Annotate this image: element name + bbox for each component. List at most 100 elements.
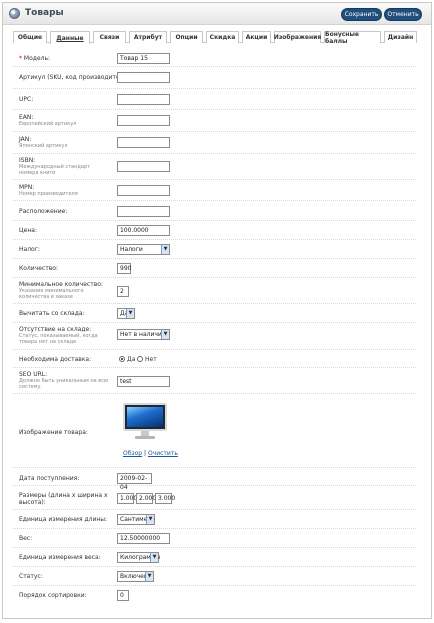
jan-input[interactable] [117,137,170,148]
height-input[interactable]: 3.000 [155,493,175,504]
product-data-form: * Модель: Товар 15 Артикул (SKU, код про… [13,49,416,609]
subtract-select[interactable]: Да ▼ [117,308,135,319]
quantity-input[interactable]: 990 [117,263,131,274]
isbn-hint: Международный стандарт номера книги [19,164,90,176]
date-available-row: Дата поступления: 2009-02-04 [13,468,416,491]
shipping-yes-label: Да [127,356,136,363]
jan-row: JAN: Японский артикул [13,132,416,154]
date-available-label: Дата поступления: [19,475,80,482]
shipping-row: Необходима доставка: Да Нет [13,350,416,368]
subtract-label: Вычитать со склада: [19,310,85,317]
chevron-down-icon: ▼ [126,309,134,318]
clear-link[interactable]: Очистить [148,450,178,457]
tab-attribute[interactable]: Атрибут [129,31,167,43]
product-edit-panel: Товары Сохранить Отменить Общие Данные С… [2,2,432,619]
isbn-row: ISBN: Международный стандарт номера книги [13,154,416,180]
location-input[interactable] [117,206,170,217]
seo-hint: Должно быть уникальным на всю систему. [19,378,109,390]
length-input[interactable]: 1.000 [117,493,137,504]
isbn-label-text: ISBN: [19,157,36,164]
dimensions-label: Размеры (длина x ширина x высота): [19,492,108,506]
chevron-down-icon: ▼ [161,245,169,254]
image-row: Изображение товара: Обзор | Очистить [13,394,416,468]
cancel-button[interactable]: Отменить [384,8,422,21]
tab-images[interactable]: Изображения [274,31,321,43]
sort-order-label: Порядок сортировки: [19,592,87,599]
subtract-row: Вычитать со склада: Да ▼ [13,304,416,323]
browse-link[interactable]: Обзор [123,450,142,457]
weight-class-row: Единица измерения веса: Килограммы ▼ [13,548,416,567]
tab-links[interactable]: Связи [93,31,126,43]
upc-input[interactable] [117,94,170,105]
tab-special[interactable]: Акции [242,31,271,43]
width-input[interactable]: 2.000 [136,493,156,504]
tab-discount[interactable]: Скидка [206,31,239,43]
save-button[interactable]: Сохранить [341,8,382,21]
stock-status-select[interactable]: Нет в наличии ▼ [117,329,170,340]
tab-general[interactable]: Общие [13,31,47,43]
image-label: Изображение товара: [19,429,88,436]
page-title: Товары [25,8,64,18]
dimensions-row: Размеры (длина x ширина x высота): 1.000… [13,486,416,510]
tab-design[interactable]: Дизайн [384,31,417,43]
tax-select[interactable]: Налоги ▼ [117,244,170,255]
stock-status-hint: Статус, показываемый, когда товара нет н… [19,333,98,345]
model-row: * Модель: Товар 15 [13,49,416,67]
chevron-down-icon: ▼ [150,553,158,562]
weight-row: Вес: 12.50000000 [13,529,416,548]
stock-status-label: Отсутствие на складе: Статус, показываемы… [19,326,114,345]
sort-order-input[interactable]: 0 [117,590,129,601]
price-input[interactable]: 100.0000 [117,225,170,236]
product-icon [9,8,20,19]
date-available-input[interactable]: 2009-02-04 [117,473,152,491]
isbn-label: ISBN: Международный стандарт номера книги [19,157,109,176]
price-label: Цена: [19,227,37,234]
tab-data[interactable]: Данные [50,31,90,44]
seo-url-input[interactable]: test [117,376,170,387]
status-select[interactable]: Включено ▼ [117,571,154,582]
page-header: Товары Сохранить Отменить [3,3,431,25]
seo-row: SEO URL: Должно быть уникальным на всю си… [13,368,416,394]
model-label-text: Модель: [23,55,51,62]
mpn-label-text: MPN: [19,184,35,191]
ean-input[interactable] [117,115,170,126]
jan-label: JAN: Японский артикул [19,136,68,149]
location-label: Расположение: [19,208,68,215]
product-image-thumbnail[interactable] [123,403,167,439]
upc-label: UPC: [19,96,34,103]
shipping-yes-radio[interactable] [119,356,125,362]
sku-row: Артикул (SKU, код производителя): [13,67,416,89]
length-class-select[interactable]: Сантиметр ▼ [117,514,155,525]
model-input[interactable]: Товар 15 [117,53,170,64]
seo-label-text: SEO URL: [19,371,48,378]
mpn-input[interactable] [117,185,170,196]
quantity-label: Количество: [19,265,58,272]
ean-hint: Европейский артикул [19,121,77,127]
ean-label-text: EAN: [19,114,34,121]
weight-class-select[interactable]: Килограммы ▼ [117,552,160,563]
mpn-label: MPN: Номер производителя [19,184,78,197]
minimum-input[interactable]: 2 [117,286,129,297]
tab-reward-points[interactable]: Бонусные баллы [324,31,381,45]
model-label: * Модель: [19,55,50,62]
sku-label: Артикул (SKU, код производителя): [19,74,132,81]
stock-status-row: Отсутствие на складе: Статус, показываемы… [13,323,416,350]
status-label: Статус: [19,573,43,580]
seo-label: SEO URL: Должно быть уникальным на всю си… [19,371,109,390]
shipping-no-radio[interactable] [137,356,143,362]
minimum-label-text: Минимальное количество: [19,281,103,288]
minimum-row: Минимальное количество: Указание минималь… [13,278,416,304]
weight-class-label: Единица измерения веса: [19,554,101,561]
ean-row: EAN: Европейский артикул [13,110,416,132]
jan-hint: Японский артикул [19,143,68,149]
length-class-row: Единица измерения длины: Сантиметр ▼ [13,510,416,529]
length-class-label: Единица измерения длины: [19,516,108,523]
isbn-input[interactable] [117,161,170,172]
sku-input[interactable] [117,72,170,83]
stock-status-label-text: Отсутствие на складе: [19,326,92,333]
image-actions: Обзор | Очистить [123,450,178,457]
tab-options[interactable]: Опции [170,31,203,43]
monitor-base [135,436,155,439]
tax-label: Налог: [19,246,40,253]
weight-input[interactable]: 12.50000000 [117,533,170,544]
